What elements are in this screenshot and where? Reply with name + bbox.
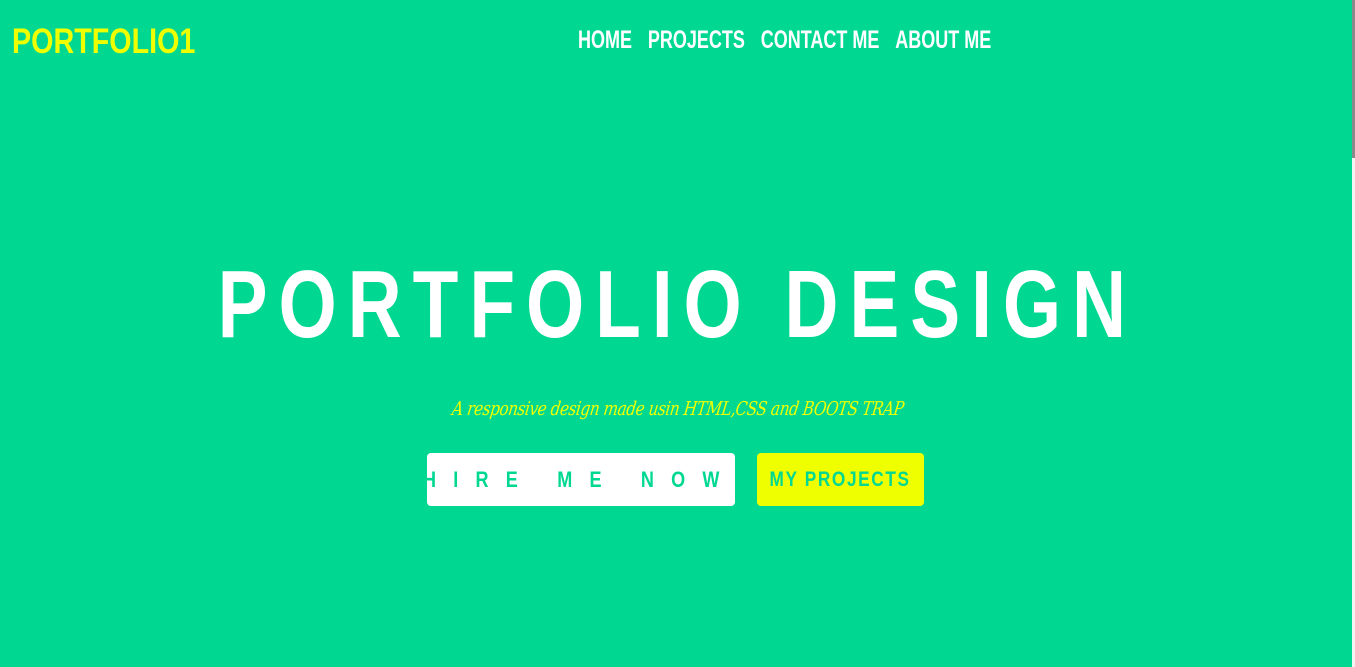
hero-tagline: A responsive design made usin HTML,CSS a…: [0, 396, 1355, 422]
nav-about-me[interactable]: ABOUT ME: [895, 24, 991, 56]
nav-home[interactable]: HOME: [578, 24, 632, 56]
nav-contact-me[interactable]: CONTACT ME: [761, 24, 880, 56]
site-logo[interactable]: PORTFOLIO1: [12, 20, 195, 64]
hero-title: PORTFOLIO DESIGN: [0, 250, 1355, 360]
hero-title-text: PORTFOLIO DESIGN: [217, 251, 1138, 358]
nav-projects[interactable]: PROJECTS: [648, 24, 745, 56]
hire-me-button-label: HIRE ME NOW!: [423, 466, 760, 492]
my-projects-button-label: MY PROJECTS: [769, 467, 912, 491]
my-projects-button[interactable]: MY PROJECTS: [757, 453, 924, 506]
main-nav: HOME PROJECTS CONTACT ME ABOUT ME: [578, 24, 1174, 56]
hero-tagline-text: A responsive design made usin HTML,CSS a…: [450, 398, 905, 420]
hire-me-button[interactable]: HIRE ME NOW!: [423, 453, 743, 506]
